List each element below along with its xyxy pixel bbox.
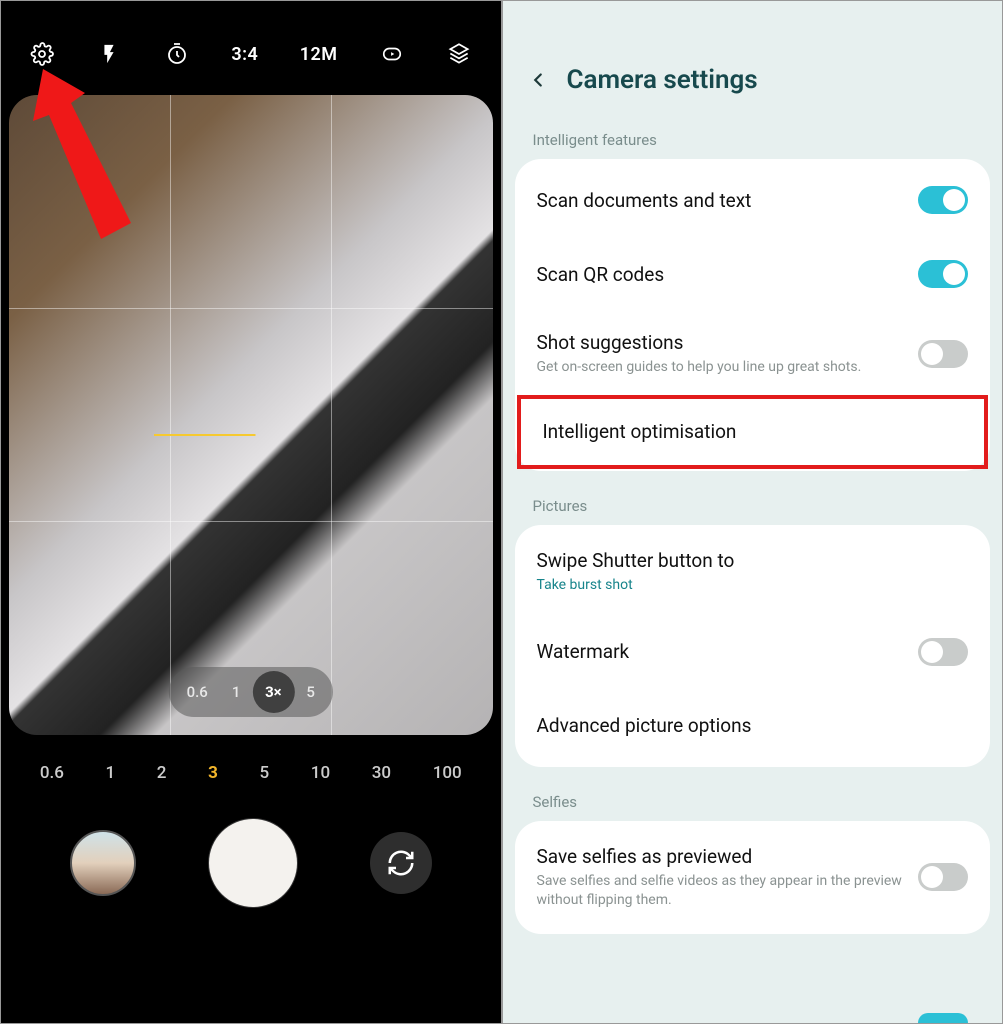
zoom-scale-step[interactable]: 0.6 [40, 763, 64, 783]
shutter-button[interactable] [209, 819, 297, 907]
row-title: Shot suggestions [537, 331, 907, 354]
row-subtitle: Get on-screen guides to help you line up… [537, 358, 907, 377]
camera-bottom-bar [1, 797, 501, 947]
row-title: Watermark [537, 640, 907, 663]
gear-icon[interactable] [29, 41, 55, 67]
toggle-save-selfies-previewed[interactable] [918, 863, 968, 891]
row-shot-suggestions[interactable]: Shot suggestions Get on-screen guides to… [515, 311, 991, 397]
zoom-scale-bar[interactable]: 0.6 1 2 3 5 10 30 100 [1, 735, 501, 797]
card-selfies: Save selfies as previewed Save selfies a… [515, 821, 991, 934]
timer-icon[interactable] [164, 41, 190, 67]
aspect-ratio-button[interactable]: 3:4 [231, 44, 258, 65]
grid-line [331, 95, 332, 735]
zoom-scale-step[interactable]: 1 [106, 763, 116, 783]
toggle-scan-qr[interactable] [918, 260, 968, 288]
toggle-scan-documents[interactable] [918, 186, 968, 214]
card-intelligent-features: Scan documents and text Scan QR codes Sh… [515, 159, 991, 471]
row-save-selfies-previewed[interactable]: Save selfies as previewed Save selfies a… [515, 825, 991, 930]
section-label-pictures: Pictures [503, 485, 1003, 525]
zoom-scale-step[interactable]: 10 [311, 763, 330, 783]
zoom-selector-pill[interactable]: 0.6 1 3× 5 [169, 667, 333, 717]
section-label-intelligent: Intelligent features [503, 119, 1003, 159]
zoom-option[interactable]: 5 [294, 673, 327, 711]
page-title: Camera settings [567, 65, 758, 95]
row-title: Scan documents and text [537, 189, 907, 212]
row-title: Intelligent optimisation [543, 420, 951, 443]
chevron-left-icon [527, 69, 549, 91]
back-button[interactable] [527, 69, 549, 91]
level-indicator [154, 434, 323, 436]
switch-camera-button[interactable] [370, 832, 432, 894]
row-title: Scan QR codes [537, 263, 907, 286]
filters-icon[interactable] [446, 41, 472, 67]
zoom-scale-step[interactable]: 30 [372, 763, 391, 783]
row-swipe-shutter[interactable]: Swipe Shutter button to Take burst shot [515, 529, 991, 615]
switch-camera-icon [386, 848, 416, 878]
camera-settings-screen: Camera settings Intelligent features Sca… [502, 0, 1003, 1024]
zoom-option[interactable]: 1 [220, 673, 253, 711]
zoom-scale-step-active[interactable]: 3 [208, 763, 218, 783]
settings-header: Camera settings [503, 1, 1003, 119]
zoom-option-active[interactable]: 3× [252, 671, 294, 713]
motion-photo-icon[interactable] [379, 41, 405, 67]
grid-line [170, 95, 171, 735]
resolution-button[interactable]: 12M [300, 44, 338, 65]
row-title: Swipe Shutter button to [537, 549, 957, 572]
row-title: Save selfies as previewed [537, 845, 907, 868]
section-label-selfies: Selfies [503, 781, 1003, 821]
row-scan-qr[interactable]: Scan QR codes [515, 237, 991, 311]
gallery-thumbnail[interactable] [70, 830, 136, 896]
camera-app: 3:4 12M 0.6 1 3× 5 [0, 0, 502, 1024]
grid-line [9, 308, 493, 309]
toggle-shot-suggestions[interactable] [918, 340, 968, 368]
flash-icon[interactable] [96, 41, 122, 67]
zoom-scale-step[interactable]: 100 [433, 763, 462, 783]
card-pictures: Swipe Shutter button to Take burst shot … [515, 525, 991, 767]
partial-toggle-peek [918, 1013, 968, 1023]
row-watermark[interactable]: Watermark [515, 615, 991, 689]
zoom-option[interactable]: 0.6 [175, 673, 220, 711]
row-advanced-picture-options[interactable]: Advanced picture options [515, 689, 991, 763]
zoom-scale-step[interactable]: 2 [157, 763, 167, 783]
row-subtitle: Save selfies and selfie videos as they a… [537, 872, 907, 910]
row-scan-documents[interactable]: Scan documents and text [515, 163, 991, 237]
grid-line [9, 521, 493, 522]
camera-viewfinder[interactable]: 0.6 1 3× 5 [9, 95, 493, 735]
toggle-watermark[interactable] [918, 638, 968, 666]
row-subtitle: Take burst shot [537, 576, 957, 595]
row-intelligent-optimisation[interactable]: Intelligent optimisation [517, 395, 989, 469]
zoom-scale-step[interactable]: 5 [259, 763, 269, 783]
row-title: Advanced picture options [537, 714, 957, 737]
camera-top-toolbar: 3:4 12M [1, 1, 501, 87]
